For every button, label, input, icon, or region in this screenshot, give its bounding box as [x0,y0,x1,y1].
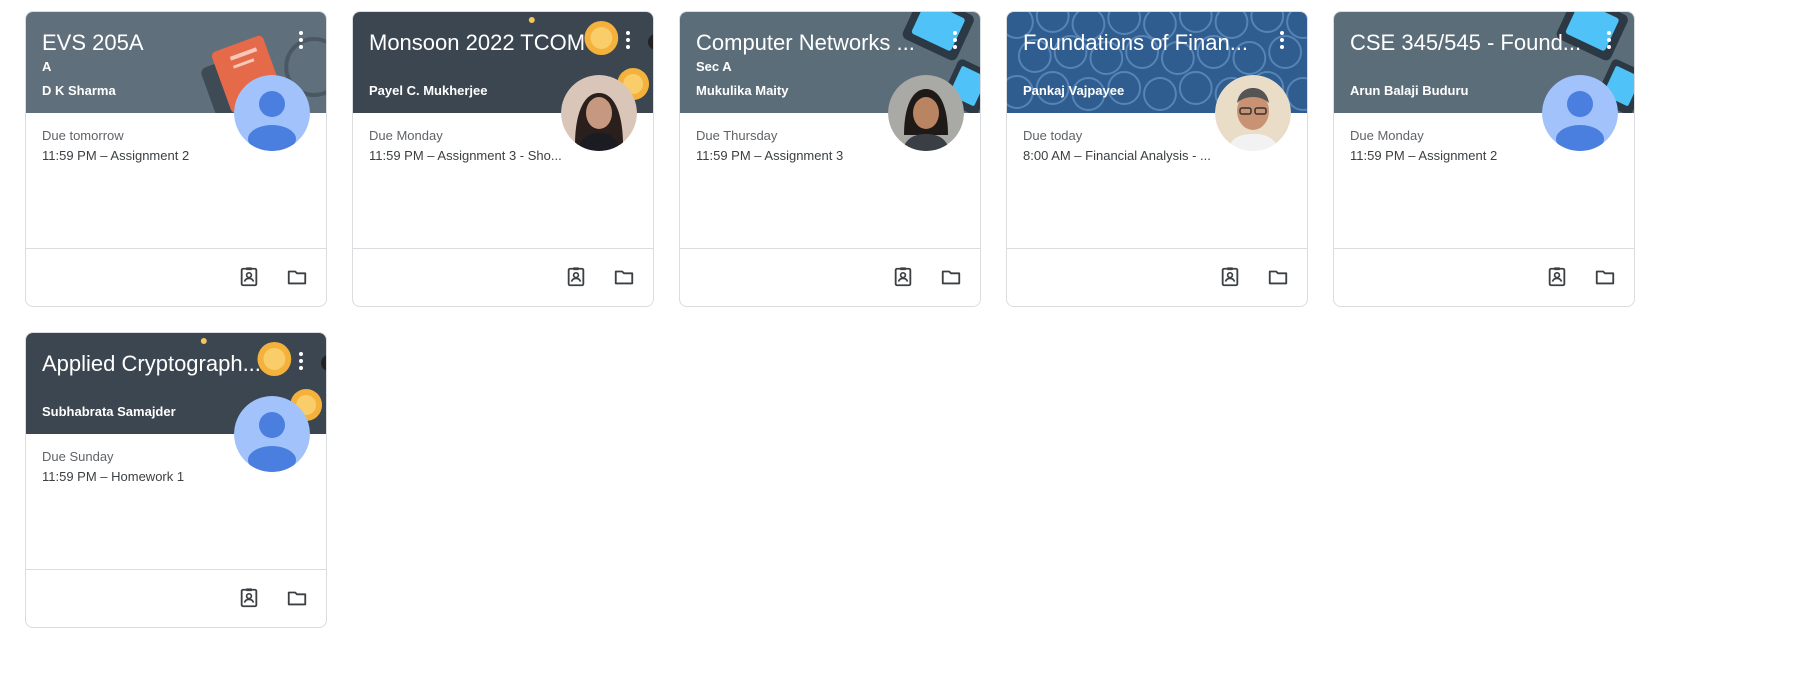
default-avatar-icon [1542,75,1618,151]
teacher-photo-avatar [888,75,964,151]
due-label: Due Thursday [696,128,778,143]
your-work-icon[interactable] [562,263,590,291]
folder-icon[interactable] [1264,263,1292,291]
class-card[interactable]: Computer Networks ... Sec A Mukulika Mai… [679,11,981,307]
due-label: Due Monday [369,128,443,143]
more-options-icon[interactable] [294,349,308,373]
class-card-footer [1334,248,1634,306]
class-card[interactable]: Foundations of Finan... Pankaj Vajpayee … [1006,11,1308,307]
class-card[interactable]: EVS 205A A D K Sharma Due tomorrow 11:59… [25,11,327,307]
class-title[interactable]: Applied Cryptograph... [42,350,274,378]
more-options-icon[interactable] [948,28,962,52]
teacher-photo-avatar [561,75,637,151]
class-card-footer [26,569,326,627]
due-assignment-link[interactable]: 8:00 AM – Financial Analysis - ... [1023,148,1223,163]
due-assignment-link[interactable]: 11:59 PM – Assignment 3 - Sho... [369,148,569,163]
due-assignment-link[interactable]: 11:59 PM – Assignment 2 [42,148,242,163]
folder-icon[interactable] [283,584,311,612]
teacher-name: Subhabrata Samajder [42,404,176,419]
more-options-icon[interactable] [294,28,308,52]
teacher-name: D K Sharma [42,83,116,98]
teacher-photo-avatar [1215,75,1291,151]
your-work-icon[interactable] [889,263,917,291]
class-card-footer [353,248,653,306]
class-section: A [42,59,52,74]
more-options-icon[interactable] [621,28,635,52]
due-assignment-link[interactable]: 11:59 PM – Homework 1 [42,469,242,484]
due-label: Due Sunday [42,449,114,464]
due-label: Due Monday [1350,128,1424,143]
class-card[interactable]: Monsoon 2022 TCOM Payel C. Mukherjee Due… [352,11,654,307]
due-assignment-link[interactable]: 11:59 PM – Assignment 3 [696,148,896,163]
class-card-footer [680,248,980,306]
class-section: Sec A [696,59,732,74]
your-work-icon[interactable] [235,584,263,612]
more-options-icon[interactable] [1275,28,1289,52]
folder-icon[interactable] [1591,263,1619,291]
class-card[interactable]: Applied Cryptograph... Subhabrata Samajd… [25,332,327,628]
class-title[interactable]: Foundations of Finan... [1023,29,1255,57]
folder-icon[interactable] [283,263,311,291]
your-work-icon[interactable] [1216,263,1244,291]
class-card-footer [1007,248,1307,306]
class-card-footer [26,248,326,306]
due-assignment-link[interactable]: 11:59 PM – Assignment 2 [1350,148,1550,163]
class-title[interactable]: CSE 345/545 - Found... [1350,29,1582,57]
teacher-name: Pankaj Vajpayee [1023,83,1125,98]
teacher-name: Mukulika Maity [696,83,789,98]
folder-icon[interactable] [937,263,965,291]
more-options-icon[interactable] [1602,28,1616,52]
teacher-name: Arun Balaji Buduru [1350,83,1469,98]
default-avatar-icon [234,75,310,151]
default-avatar-icon [234,396,310,472]
class-title[interactable]: Monsoon 2022 TCOM [369,29,601,57]
your-work-icon[interactable] [235,263,263,291]
folder-icon[interactable] [610,263,638,291]
due-label: Due today [1023,128,1083,143]
due-label: Due tomorrow [42,128,124,143]
class-title[interactable]: EVS 205A [42,29,274,57]
class-card[interactable]: CSE 345/545 - Found... Arun Balaji Budur… [1333,11,1635,307]
teacher-name: Payel C. Mukherjee [369,83,488,98]
class-title[interactable]: Computer Networks ... [696,29,928,57]
your-work-icon[interactable] [1543,263,1571,291]
